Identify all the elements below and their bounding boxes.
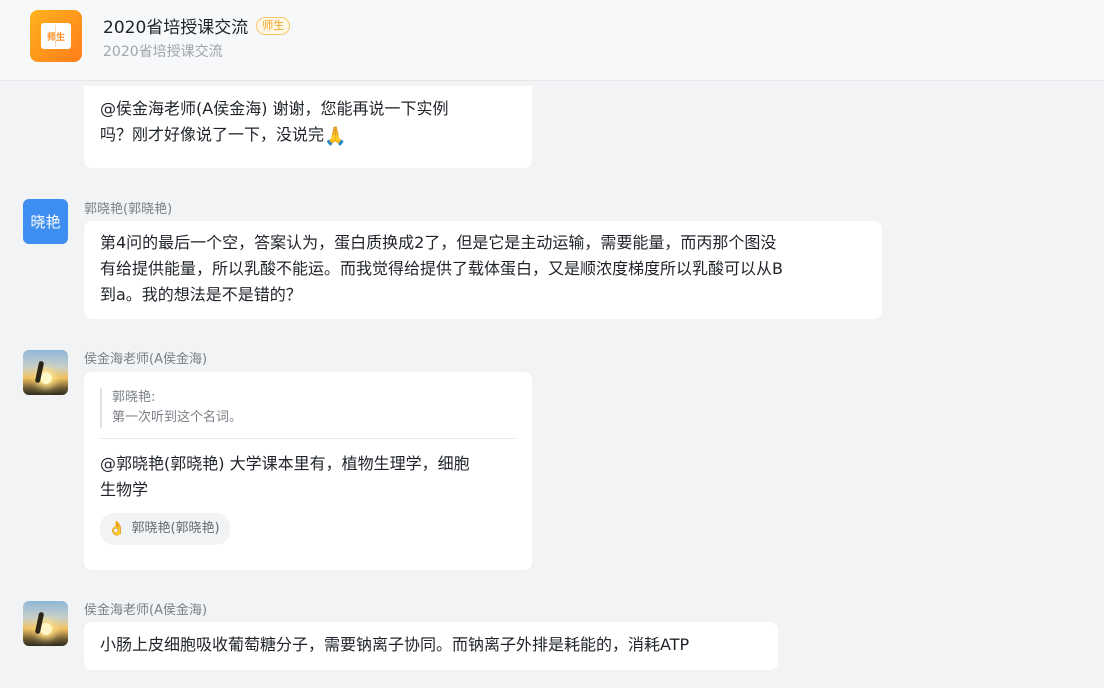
group-subtitle: 2020省培授课交流 xyxy=(103,44,223,60)
role-badge: 师生 xyxy=(256,16,291,35)
reaction-chip[interactable]: 👌 郭晓艳(郭晓艳) xyxy=(100,513,230,545)
message-bubble[interactable]: @侯金海老师(A侯金海) 谢谢，您能再说一下实例 吗？刚才好像说了一下，没说完🙏 xyxy=(84,86,532,168)
group-avatar[interactable]: 师生 xyxy=(30,10,82,62)
sender-name[interactable]: 侯金海老师(A侯金海) xyxy=(84,348,207,367)
reaction-user: 郭晓艳(郭晓艳) xyxy=(131,521,220,536)
avatar[interactable] xyxy=(23,601,68,646)
book-icon: 师生 xyxy=(41,23,71,49)
sunset-image xyxy=(40,372,52,384)
message-line: 小肠上皮细胞吸收葡萄糖分子，需要钠离子协同。而钠离子外排是耗能的，消耗ATP xyxy=(100,635,690,654)
avatar-text: 晓艳 xyxy=(30,213,61,231)
avatar[interactable] xyxy=(23,350,68,395)
message-line: @侯金海老师(A侯金海) 谢谢，您能再说一下实例 xyxy=(100,99,449,118)
group-title: 2020省培授课交流 师生 xyxy=(103,13,291,38)
message-line: 有给提供能量，所以乳酸不能运。而我觉得给提供了载体蛋白，又是顺浓度梯度所以乳酸可… xyxy=(100,259,783,278)
chat-header: 师生 2020省培授课交流 师生 2020省培授课交流 xyxy=(0,0,1104,81)
sender-name[interactable]: 侯金海老师(A侯金海) xyxy=(84,599,207,618)
ok-hand-icon: 👌 xyxy=(108,521,126,537)
message-line-with-emoji: 吗？刚才好像说了一下，没说完🙏 xyxy=(100,122,516,150)
avatar[interactable]: 晓艳 xyxy=(23,199,68,244)
quoted-message[interactable]: 郭晓艳: 第一次听到这个名词。 xyxy=(100,388,516,428)
message-line: 生物学 xyxy=(100,480,149,499)
message-bubble[interactable]: 郭晓艳: 第一次听到这个名词。 @郭晓艳(郭晓艳) 大学课本里有，植物生理学，细… xyxy=(84,372,532,570)
group-icon-label: 师生 xyxy=(46,32,65,43)
message-bubble[interactable]: 第4问的最后一个空，答案认为，蛋白质换成2了，但是它是主动运输，需要能量，而丙那… xyxy=(84,221,882,319)
divider xyxy=(100,438,516,439)
message-bubble[interactable]: 小肠上皮细胞吸收葡萄糖分子，需要钠离子协同。而钠离子外排是耗能的，消耗ATP xyxy=(84,622,778,670)
message-line: 吗？刚才好像说了一下，没说完 xyxy=(100,125,325,144)
quote-text: 第一次听到这个名词。 xyxy=(112,410,243,425)
message-line: 到a。我的想法是不是错的？ xyxy=(100,285,302,304)
group-title-text: 2020省培授课交流 xyxy=(103,18,249,38)
sender-name[interactable]: 郭晓艳(郭晓艳) xyxy=(84,198,172,217)
pray-emoji: 🙏 xyxy=(324,126,347,147)
message-line: 第4问的最后一个空，答案认为，蛋白质换成2了，但是它是主动运输，需要能量，而丙那… xyxy=(100,233,777,252)
quote-author: 郭晓艳: xyxy=(112,390,156,405)
sunset-image xyxy=(40,623,52,635)
message-line: @郭晓艳(郭晓艳) 大学课本里有，植物生理学，细胞 xyxy=(100,454,470,473)
